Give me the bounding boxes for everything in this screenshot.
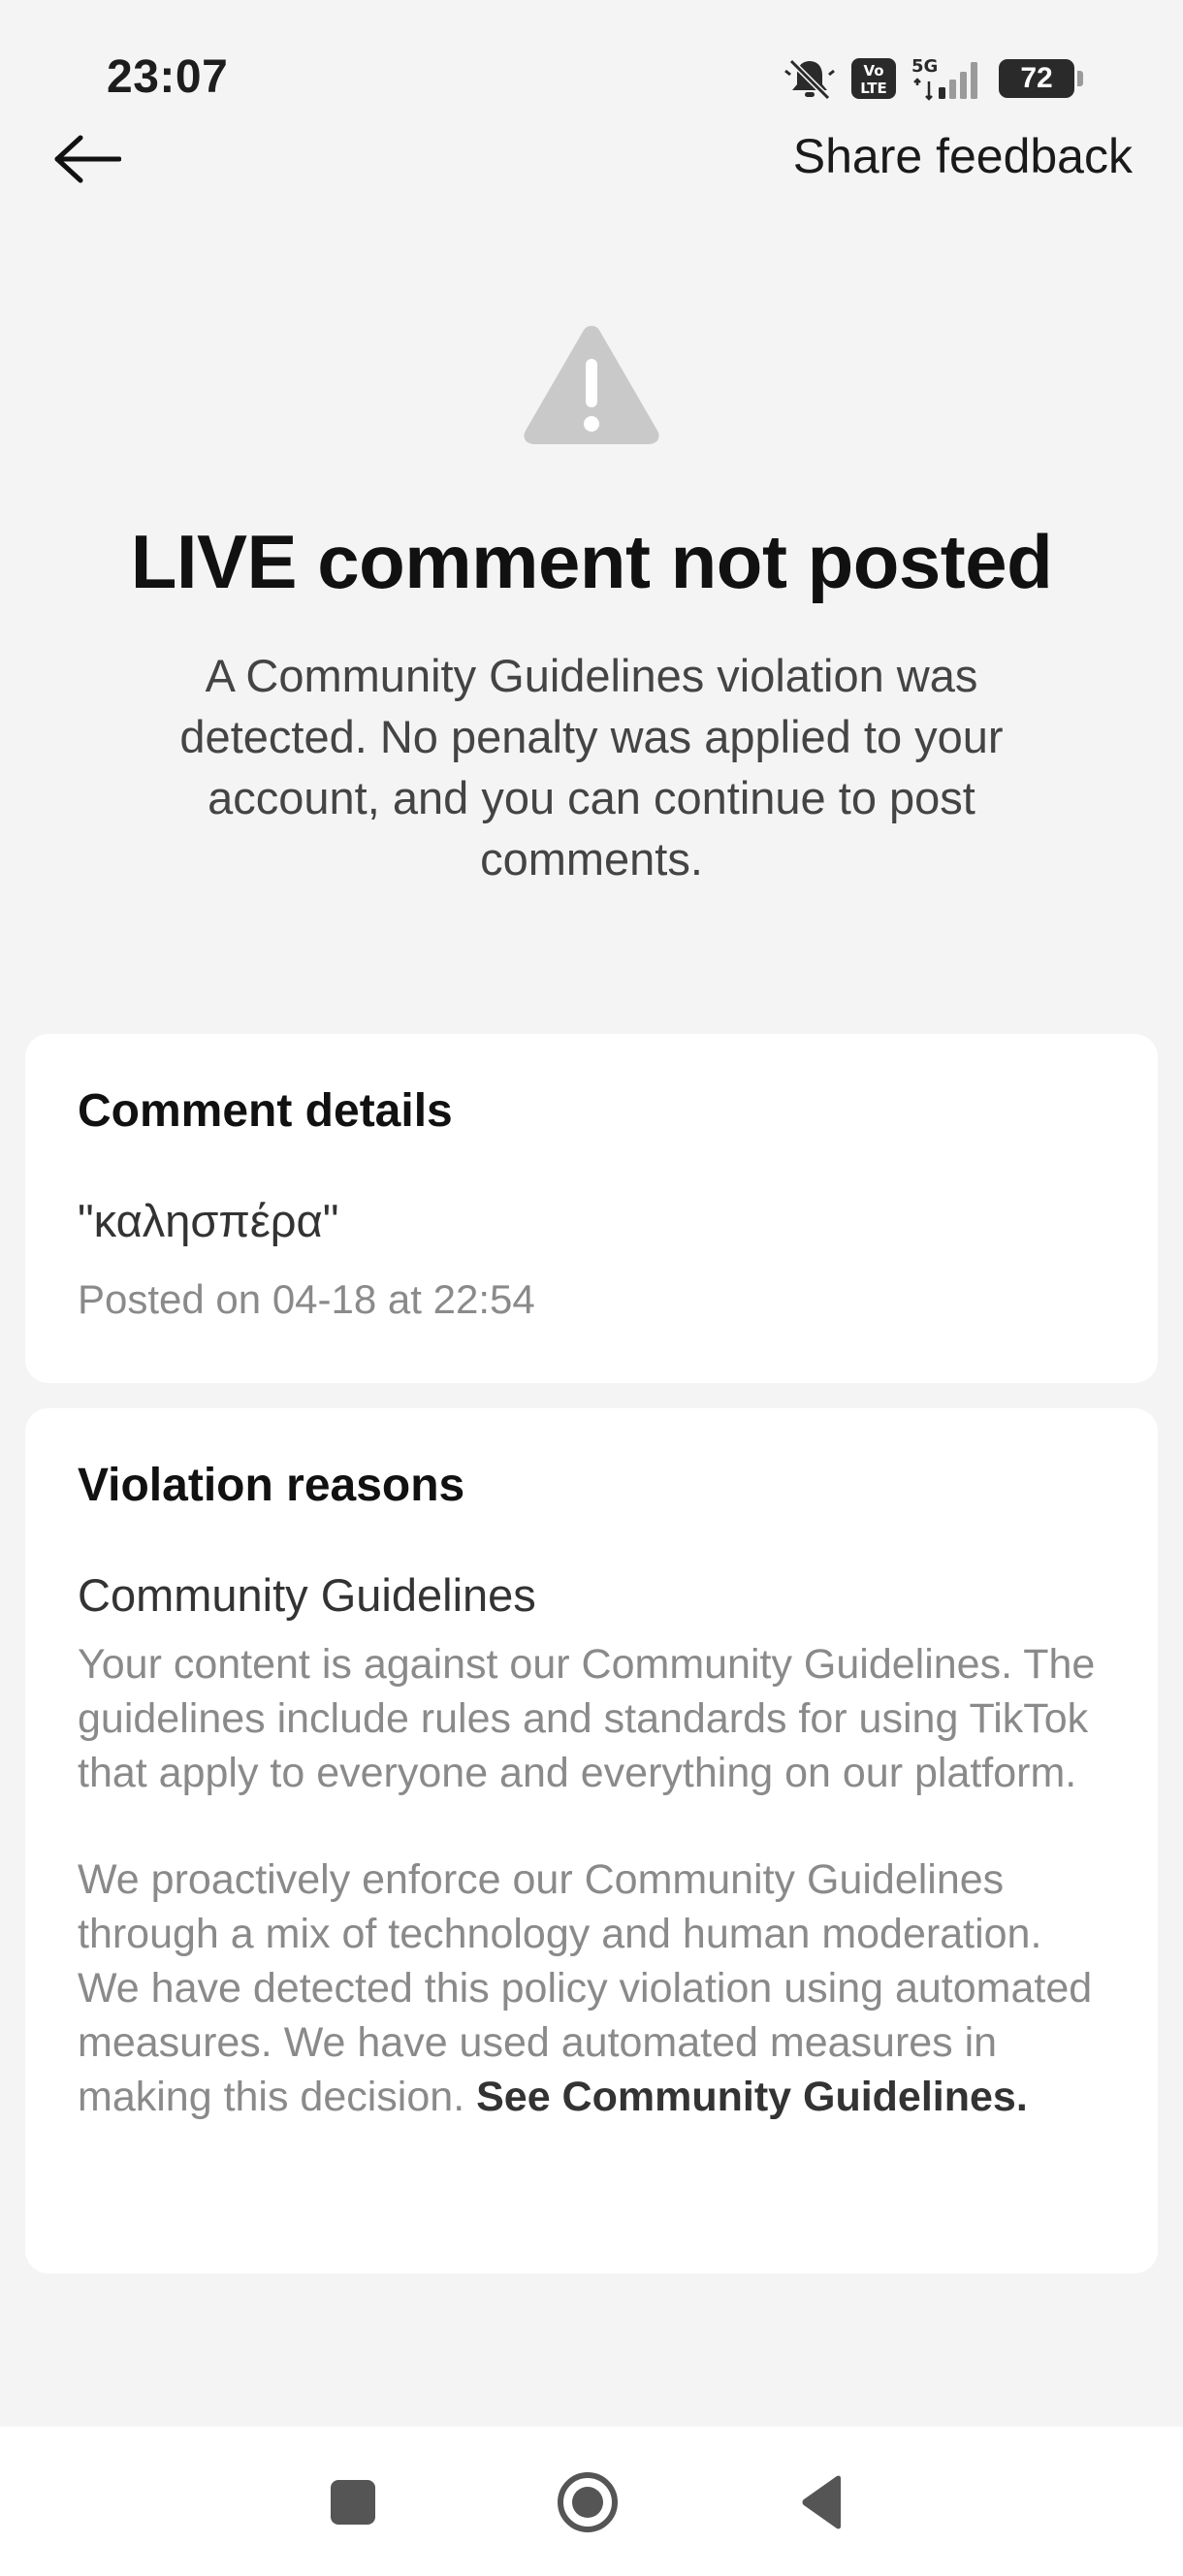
- back-button[interactable]: [50, 130, 124, 188]
- svg-text:Vo: Vo: [863, 62, 883, 80]
- status-time: 23:07: [107, 51, 229, 103]
- page-subtitle: A Community Guidelines violation was det…: [179, 650, 1004, 885]
- reason-body: Your content is against our Community Gu…: [78, 1637, 1105, 2124]
- status-icons: Vo LTE 5G 72: [783, 56, 1083, 101]
- signal-5g-icon: 5G: [911, 56, 983, 101]
- triangle-back-icon: [802, 2475, 841, 2529]
- svg-text:LTE: LTE: [860, 80, 887, 97]
- posted-timestamp: Posted on 04-18 at 22:54: [78, 1276, 535, 1322]
- page-title: LIVE comment not posted: [130, 519, 1053, 604]
- violation-reasons-card: Violation reasons Community Guidelines Y…: [25, 1408, 1158, 2273]
- warning-triangle-icon: [524, 326, 659, 444]
- comment-details-card: Comment details "καλησπέρα" Posted on 04…: [25, 1034, 1158, 1383]
- reason-paragraph-1: Your content is against our Community Gu…: [78, 1641, 1096, 1796]
- home-button[interactable]: [551, 2465, 624, 2539]
- system-navigation-bar: [0, 2427, 1183, 2576]
- reason-title: Community Guidelines: [78, 1569, 536, 1621]
- system-back-button[interactable]: [785, 2465, 859, 2539]
- recents-button[interactable]: [316, 2465, 390, 2539]
- svg-text:5G: 5G: [911, 56, 938, 77]
- volte-icon: Vo LTE: [851, 58, 896, 99]
- reason-paragraph-2: We proactively enforce our Community Gui…: [78, 1852, 1105, 2124]
- battery-indicator: 72: [999, 59, 1083, 98]
- comment-text: "καλησπέρα": [78, 1195, 339, 1246]
- top-bar: Share feedback: [0, 116, 1183, 204]
- square-icon: [331, 2480, 375, 2525]
- see-community-guidelines-link[interactable]: See Community Guidelines.: [476, 2074, 1028, 2120]
- share-feedback-button[interactable]: Share feedback: [793, 128, 1133, 184]
- comment-details-heading: Comment details: [78, 1085, 453, 1137]
- violation-reasons-heading: Violation reasons: [78, 1460, 465, 1511]
- arrow-left-icon: [54, 135, 121, 183]
- bell-muted-icon: [783, 57, 836, 100]
- circle-home-icon: [558, 2472, 618, 2532]
- hero-section: LIVE comment not posted A Community Guid…: [0, 320, 1183, 889]
